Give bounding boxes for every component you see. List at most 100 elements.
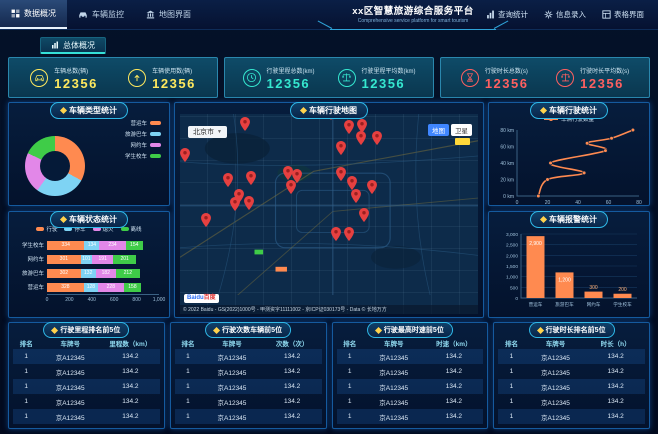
vehicle-type-title: 车辆类型统计 bbox=[50, 102, 128, 119]
table-cell: 134.2 bbox=[122, 413, 139, 420]
map-pin[interactable] bbox=[336, 141, 347, 155]
title-text: 行驶次数车辆前5位 bbox=[222, 327, 283, 334]
kpi-text: 行驶时长总数(s) 12356 bbox=[485, 66, 529, 90]
map-pin[interactable] bbox=[344, 119, 355, 134]
right-column: 车辆行驶统计 车辆行驶数量 0 km 20 km 40 km 60 km 80 km 0 20… bbox=[488, 102, 650, 318]
svg-text:20: 20 bbox=[545, 200, 551, 206]
page-subtitle: Comprehensive service platform for smart… bbox=[357, 18, 469, 24]
vehicle-status-title: 车辆状态统计 bbox=[50, 211, 128, 228]
title-text: 行驶里程排名前5位 bbox=[60, 327, 121, 334]
map-control-1[interactable]: 卫星 bbox=[451, 124, 472, 136]
car-icon bbox=[30, 68, 49, 87]
kpi-label: 行驶里程平均数(km) bbox=[361, 68, 416, 75]
left-column: 车辆类型统计 营运车 旅游巴车 网约车 学生校车 车辆状态统计 行驶 停车 熄火 离线 学生校… bbox=[8, 102, 170, 318]
map-pin[interactable] bbox=[230, 197, 241, 212]
overview-button[interactable]: 总体概况 bbox=[40, 37, 106, 54]
map-pin[interactable] bbox=[358, 208, 369, 222]
table-cell: 134.2 bbox=[122, 398, 139, 405]
table-cell: 京A12345 bbox=[379, 369, 409, 377]
driving-map[interactable]: 北京市 ▼ 地图 卫星 Baidu百度 © 2022 Baidu - GS(202… bbox=[180, 114, 478, 314]
bar-segment: 158 bbox=[123, 282, 142, 292]
header-tab-0[interactable]: 数据概况 bbox=[0, 0, 67, 29]
map-pin[interactable] bbox=[356, 131, 367, 146]
column-header: 排名 bbox=[504, 340, 518, 348]
map-pin[interactable] bbox=[200, 213, 211, 228]
map-pin[interactable] bbox=[246, 170, 257, 185]
scale-icon bbox=[556, 68, 575, 87]
kpi-value: 12356 bbox=[580, 75, 624, 91]
map-attribution: © 2022 Baidu - GS(2022)1000号 - 甲测资字11111… bbox=[180, 305, 478, 314]
table-cell: 134.2 bbox=[445, 413, 463, 420]
table-row: 1 京A12345 134.2 bbox=[498, 394, 645, 409]
bar-segment: 201 bbox=[113, 254, 136, 264]
header-menu: 查询统计 信息录入 表格界面 bbox=[486, 0, 658, 29]
table-row: 1 京A12345 134.2 bbox=[337, 394, 484, 409]
column-header: 车牌号 bbox=[60, 340, 80, 348]
bar-segment: 101 bbox=[80, 254, 92, 264]
table-cell: 京A12345 bbox=[55, 414, 85, 422]
table-row: 1 京A12345 134.2 bbox=[13, 379, 160, 394]
map-pin[interactable] bbox=[180, 148, 190, 162]
svg-text:营运车: 营运车 bbox=[529, 301, 543, 308]
stacked-bar-row: 网约车 301 101 191 201 bbox=[17, 252, 161, 266]
table-cell: 京A12345 bbox=[217, 354, 247, 362]
map-pin[interactable] bbox=[240, 117, 250, 132]
bar-segment: 154 bbox=[125, 240, 143, 250]
map-pin[interactable] bbox=[350, 188, 361, 203]
map-pin[interactable] bbox=[331, 227, 342, 242]
ranking-table-title: 行驶里程排名前5位 bbox=[43, 322, 130, 338]
map-pin[interactable] bbox=[336, 166, 347, 181]
map-pin[interactable] bbox=[243, 195, 254, 210]
axis-tick: 0 bbox=[45, 297, 49, 303]
city-selector[interactable]: 北京市 ▼ bbox=[188, 126, 227, 138]
table-cell: 134.2 bbox=[607, 368, 624, 375]
map-control-badge[interactable] bbox=[455, 138, 470, 145]
table-cell: 京A12345 bbox=[379, 384, 409, 392]
legend-label: 营运车 bbox=[130, 121, 147, 127]
svg-text:2,900: 2,900 bbox=[529, 241, 542, 247]
tab-label: 数据概况 bbox=[24, 9, 56, 18]
menu-item-1[interactable]: 信息录入 bbox=[544, 9, 586, 20]
category-label: 学生校车 bbox=[21, 243, 44, 249]
table-cell: 134.2 bbox=[283, 368, 301, 375]
kpi-text: 行驶时长平均数(s) 12356 bbox=[580, 66, 629, 90]
table-cell: 1 bbox=[509, 353, 514, 360]
axis-tick: 800 bbox=[132, 297, 141, 303]
tab-label: 地图界面 bbox=[159, 10, 191, 19]
dashboard-root: 数据概况 车辆监控 地图界面 xx区智慧旅游综合服务平台 Comprehensive… bbox=[0, 0, 658, 434]
map-pin[interactable] bbox=[367, 179, 378, 194]
map-pin[interactable] bbox=[371, 131, 382, 145]
map-roads bbox=[180, 114, 478, 296]
map-pin[interactable] bbox=[344, 226, 355, 241]
map-pin[interactable] bbox=[285, 179, 296, 194]
table-cell: 京A12345 bbox=[379, 354, 409, 362]
column-header: 排名 bbox=[343, 340, 357, 348]
legend-item[interactable]: 营运车 bbox=[130, 119, 161, 127]
alarm-bar-chart: 0 500 1,000 1,500 2,000 2,500 3,000 2,900 营运车 1,2… bbox=[495, 226, 645, 315]
header-tab-2[interactable]: 地图界面 bbox=[135, 0, 202, 29]
bar-segment: 228 bbox=[98, 282, 124, 292]
ranking-tables-row: 行驶里程排名前5位 排名 车牌号 里程数（km） 1 京A12345 134.2 1 京A123… bbox=[8, 322, 650, 429]
table-row: 1 京A12345 134.2 bbox=[498, 409, 645, 424]
legend-item[interactable]: 旅游巴车 bbox=[125, 130, 161, 138]
table-cell: 京A12345 bbox=[379, 399, 409, 407]
legend-label: 旅游巴车 bbox=[124, 132, 147, 138]
legend-swatch bbox=[150, 121, 161, 125]
svg-text:500: 500 bbox=[510, 285, 518, 291]
legend-item[interactable]: 学生校车 bbox=[125, 152, 161, 160]
kpi-value: 12356 bbox=[266, 75, 311, 91]
svg-text:60 km: 60 km bbox=[500, 145, 514, 151]
svg-text:60: 60 bbox=[606, 200, 612, 206]
header-tab-1[interactable]: 车辆监控 bbox=[67, 0, 135, 29]
legend-item[interactable]: 网约车 bbox=[130, 141, 161, 149]
kpi-label: 行驶里程总数(km) bbox=[266, 68, 315, 75]
map-pin[interactable] bbox=[282, 165, 293, 180]
table-cell: 134.2 bbox=[283, 398, 301, 405]
menu-item-2[interactable]: 表格界面 bbox=[602, 9, 644, 20]
map-pin[interactable] bbox=[223, 173, 233, 188]
table-cell: 京A12345 bbox=[55, 399, 85, 407]
table-cell: 1 bbox=[186, 413, 190, 420]
bar-segment: 134 bbox=[84, 240, 100, 250]
hourglass-icon bbox=[460, 68, 479, 87]
map-control-0[interactable]: 地图 bbox=[428, 124, 449, 136]
